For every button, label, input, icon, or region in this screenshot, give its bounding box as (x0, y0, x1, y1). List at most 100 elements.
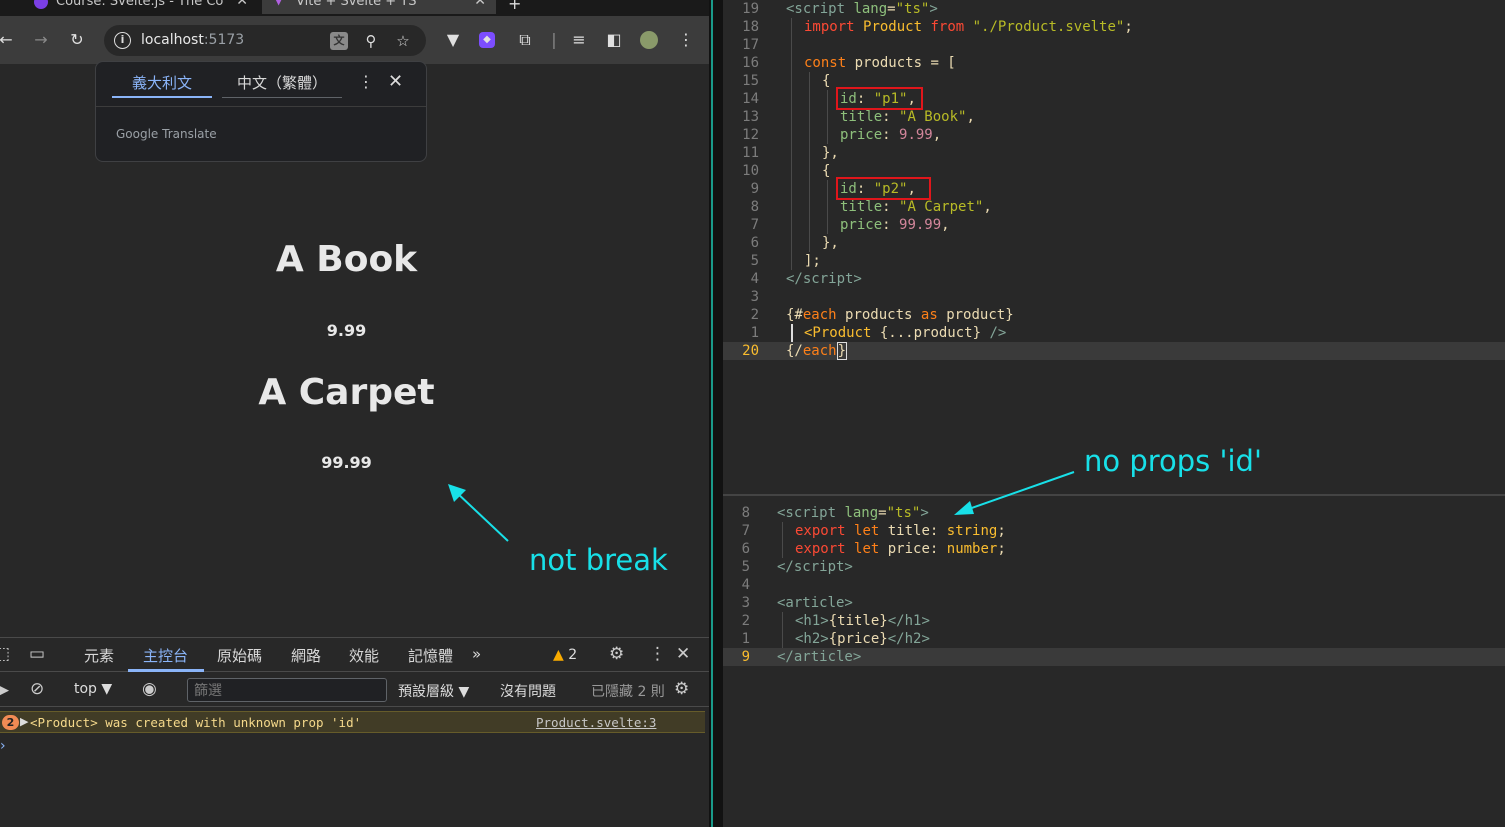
code-line: 13 title: "A Book", (742, 109, 975, 125)
close-icon[interactable]: ✕ (236, 0, 248, 9)
expand-arrow-icon[interactable]: ▶ (20, 715, 28, 728)
source-link[interactable]: Product.svelte:3 (536, 715, 656, 730)
console-warning-row[interactable]: 2 ▶ <Product> was created with unknown p… (0, 711, 705, 733)
bookmark-star-icon[interactable]: ☆ (393, 31, 413, 51)
annotation-not-break: not break (529, 543, 668, 577)
forward-icon[interactable]: → (31, 30, 51, 50)
issues-link[interactable]: 沒有問題 (500, 681, 556, 701)
tab-sources[interactable]: 原始碼 (217, 645, 262, 666)
code-line: 4 (741, 577, 750, 593)
highlight-box-id-p1 (836, 87, 923, 110)
close-icon[interactable]: ✕ (676, 644, 690, 664)
device-toggle-icon[interactable]: ▭ (29, 644, 45, 664)
browser-window: Course: Svelte.js - The Co ✕ ▼ Vite + Sv… (0, 0, 709, 827)
code-line-current[interactable]: 9 </article> (723, 648, 1505, 666)
annotation-no-props-id: no props 'id' (1084, 444, 1262, 478)
extensions-puzzle-icon[interactable]: ⧉ (515, 30, 535, 50)
site-info-icon[interactable]: i (114, 32, 131, 49)
indent-guide (809, 72, 810, 252)
tab-elements[interactable]: 元素 (84, 645, 114, 666)
tab-course-label: Course: Svelte.js - The Co (56, 0, 224, 9)
product-title: A Carpet (258, 372, 435, 413)
tab-vite[interactable]: ▼ Vite + Svelte + TS ✕ (262, 0, 496, 14)
media-icon[interactable]: ≡ (569, 30, 589, 50)
indent-guide (782, 522, 783, 558)
console-prompt[interactable]: › (0, 738, 6, 754)
indent-guide (827, 90, 828, 144)
warning-badge[interactable]: ▲ 2 (553, 647, 577, 663)
code-line: 12 price: 9.99, (742, 127, 942, 143)
code-line: 16 const products = [ (742, 55, 956, 71)
settings-gear-icon[interactable]: ⚙ (674, 679, 689, 699)
code-line: 2 <h1>{title}</h1> (741, 613, 930, 629)
reload-icon[interactable]: ↻ (67, 30, 87, 50)
devtools-panel: ⬚ ▭ 元素 主控台 原始碼 網路 效能 記憶體 » ▲ 2 ⚙ ⋮ ✕ ▶ ⊘… (0, 637, 709, 827)
eye-icon[interactable]: ◉ (142, 679, 157, 699)
vue-devtools-icon[interactable]: ▼ (443, 30, 463, 50)
log-levels-dropdown[interactable]: 預設層級 ▼ (398, 681, 469, 701)
tab-performance[interactable]: 效能 (349, 645, 379, 666)
annotation-arrow (448, 484, 509, 542)
product-title: A Book (275, 239, 418, 280)
inspect-icon[interactable]: ⬚ (0, 644, 10, 664)
cursor-guide (791, 324, 793, 342)
tab-strip: Course: Svelte.js - The Co ✕ ▼ Vite + Sv… (0, 0, 709, 16)
tab-console[interactable]: 主控台 (143, 645, 188, 666)
code-line: 8 <script lang="ts"> (741, 505, 929, 521)
menu-dots-icon[interactable]: ⋮ (676, 30, 696, 50)
zoom-icon[interactable]: ⚲ (361, 31, 381, 51)
code-editor: 19 <script lang="ts"> 18 import Product fr… (723, 0, 1505, 827)
code-line: 6 export let price: number; (741, 541, 1006, 557)
code-line-current[interactable]: 20 {/each} (723, 342, 1505, 360)
browser-toolbar: ← → ↻ i localhost:5173 文 ⚲ ☆ ▼ ◆ ⧉ | ≡ ◧… (0, 16, 709, 64)
avatar[interactable] (640, 31, 658, 49)
settings-gear-icon[interactable]: ⚙ (609, 644, 624, 664)
code-line: 2 {#each products as product} (750, 307, 1014, 323)
product-price: 9.99 (326, 321, 367, 340)
hidden-count: 已隱藏 2 則 (591, 684, 665, 700)
tab-memory[interactable]: 記憶體 (408, 645, 453, 666)
indent-guide (782, 612, 783, 648)
code-line: 18 import Product from "./Product.svelte"… (742, 19, 1133, 35)
sidebar-toggle-icon[interactable]: ▶ (0, 680, 9, 700)
vite-icon: ▼ (274, 0, 284, 7)
code-line: 17 (742, 37, 759, 53)
extension-icon[interactable]: ◆ (479, 32, 495, 48)
translate-icon[interactable]: 文 (330, 32, 348, 50)
code-line: 7 export let title: string; (741, 523, 1006, 539)
code-line: 1 <h2>{price}</h2> (741, 631, 930, 647)
back-icon[interactable]: ← (0, 30, 16, 50)
console-toolbar: ▶ ⊘ top ▼ ◉ 預設層級 ▼ 沒有問題 已隱藏 2 則 ⚙ (0, 673, 709, 707)
close-icon[interactable]: ✕ (474, 0, 486, 9)
annotation-arrow (954, 471, 1075, 515)
indent-guide (827, 180, 828, 234)
active-tab-indicator (128, 669, 204, 672)
code-line: 3 <article> (741, 595, 853, 611)
filter-input[interactable] (187, 678, 387, 702)
code-line: 19 <script lang="ts"> (742, 1, 938, 17)
context-selector[interactable]: top ▼ (74, 681, 112, 697)
side-panel-icon[interactable]: ◧ (604, 30, 624, 50)
highlight-box-id-p2 (836, 177, 931, 200)
tab-network[interactable]: 網路 (291, 645, 321, 666)
window-divider (709, 0, 723, 827)
clear-console-icon[interactable]: ⊘ (30, 679, 44, 699)
url-text[interactable]: localhost:5173 (141, 32, 244, 48)
warning-text: <Product> was created with unknown prop … (30, 715, 362, 730)
message-count-badge: 2 (2, 715, 19, 730)
code-line: 6}, (750, 235, 839, 251)
code-line: 3 (750, 289, 759, 305)
tab-course[interactable]: Course: Svelte.js - The Co ✕ (22, 0, 258, 14)
devtools-tabs: ⬚ ▭ 元素 主控台 原始碼 網路 效能 記憶體 » ▲ 2 ⚙ ⋮ ✕ (0, 638, 709, 672)
more-tabs-icon[interactable]: » (472, 645, 481, 663)
address-bar[interactable]: i localhost:5173 文 ⚲ ☆ (104, 25, 426, 56)
code-line: 8 title: "A Carpet", (750, 199, 992, 215)
warning-icon: ▲ (553, 647, 564, 663)
separator: | (551, 30, 557, 49)
product-price: 99.99 (321, 453, 372, 472)
new-tab-button[interactable]: + (508, 0, 521, 13)
menu-dots-icon[interactable]: ⋮ (649, 644, 666, 664)
tab-vite-label: Vite + Svelte + TS (296, 0, 417, 9)
code-line: 5]; (750, 253, 821, 269)
udemy-icon (34, 0, 48, 9)
